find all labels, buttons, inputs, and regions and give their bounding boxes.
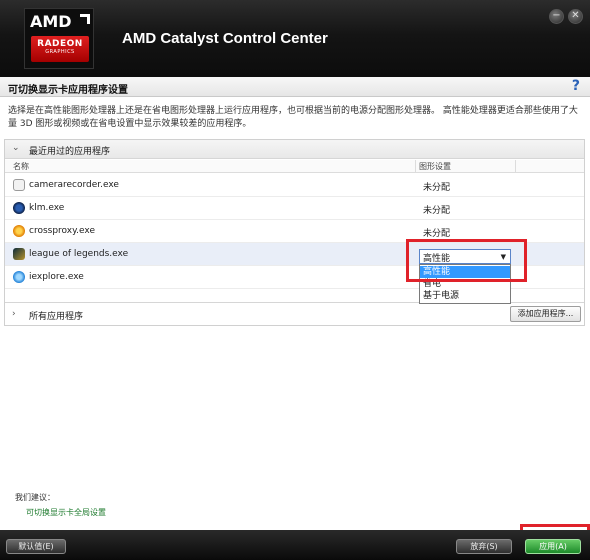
app-setting: 未分配 bbox=[423, 206, 451, 216]
minimize-icon: − bbox=[552, 10, 561, 21]
app-row-camerarecorder[interactable]: camerarecorder.exe 未分配 bbox=[5, 174, 584, 197]
suggestion-area: 我们建议： 可切换显示卡全局设置 bbox=[0, 487, 590, 521]
crossproxy-icon bbox=[13, 225, 25, 237]
app-name: crossproxy.exe bbox=[29, 226, 95, 236]
app-header: AMD RADEON GRAPHICS AMD Catalyst Control… bbox=[0, 0, 590, 77]
column-header: 名称 图形设置 bbox=[5, 160, 584, 173]
camera-icon bbox=[13, 179, 25, 191]
app-name: camerarecorder.exe bbox=[29, 180, 119, 190]
all-apps-header[interactable]: › 所有应用程序 添加应用程序... bbox=[5, 302, 584, 325]
app-row-klm[interactable]: klm.exe 未分配 bbox=[5, 197, 584, 220]
suggestion-label: 我们建议： bbox=[15, 493, 55, 502]
help-icon[interactable]: ? bbox=[572, 78, 580, 94]
column-graphics-setting: 图形设置 bbox=[419, 162, 451, 171]
add-application-button[interactable]: 添加应用程序... bbox=[510, 306, 581, 322]
recent-apps-title: 最近用过的应用程序 bbox=[29, 147, 111, 157]
column-divider bbox=[515, 160, 516, 173]
apply-button[interactable]: 应用(A) bbox=[525, 539, 581, 554]
app-setting: 未分配 bbox=[423, 229, 451, 239]
badge-line1: RADEON bbox=[37, 39, 83, 49]
badge-line2: GRAPHICS bbox=[45, 49, 75, 55]
amd-radeon-logo: AMD RADEON GRAPHICS bbox=[24, 8, 94, 69]
lol-icon bbox=[13, 248, 25, 260]
highlight-box-dropdown bbox=[406, 239, 527, 282]
discard-button[interactable]: 放弃(S) bbox=[456, 539, 512, 554]
page-description: 选择是在高性能图形处理器上还是在省电图形处理器上运行应用程序，也可根据当前的电源… bbox=[8, 106, 578, 129]
app-setting: 未分配 bbox=[423, 183, 451, 193]
all-apps-title: 所有应用程序 bbox=[29, 312, 84, 322]
ie-icon bbox=[13, 271, 25, 283]
page-title: 可切换显示卡应用程序设置 bbox=[8, 85, 128, 96]
column-name: 名称 bbox=[13, 162, 29, 171]
page-titlebar: 可切换显示卡应用程序设置 ? bbox=[0, 77, 590, 97]
column-divider bbox=[415, 160, 416, 173]
app-name: iexplore.exe bbox=[29, 272, 84, 282]
minimize-button[interactable]: − bbox=[549, 9, 564, 24]
radeon-badge: RADEON GRAPHICS bbox=[31, 36, 89, 62]
defaults-button[interactable]: 默认值(E) bbox=[6, 539, 66, 554]
global-settings-link[interactable]: 可切换显示卡全局设置 bbox=[26, 507, 106, 518]
app-name: klm.exe bbox=[29, 203, 65, 213]
close-icon: ✕ bbox=[571, 10, 580, 21]
close-button[interactable]: ✕ bbox=[568, 9, 583, 24]
logo-brand: AMD bbox=[30, 12, 72, 31]
klm-icon bbox=[13, 202, 25, 214]
bottom-action-bar: 默认值(E) 放弃(S) 应用(A) bbox=[0, 530, 590, 560]
chevron-down-icon: ⌄ bbox=[12, 143, 20, 153]
recent-apps-header[interactable]: ⌄ 最近用过的应用程序 bbox=[5, 140, 584, 159]
amd-arrow-icon bbox=[80, 14, 90, 24]
option-based-on-power[interactable]: 基于电源 bbox=[420, 290, 510, 302]
app-title: AMD Catalyst Control Center bbox=[122, 30, 328, 47]
app-name: league of legends.exe bbox=[29, 249, 129, 259]
chevron-right-icon: › bbox=[12, 309, 16, 319]
